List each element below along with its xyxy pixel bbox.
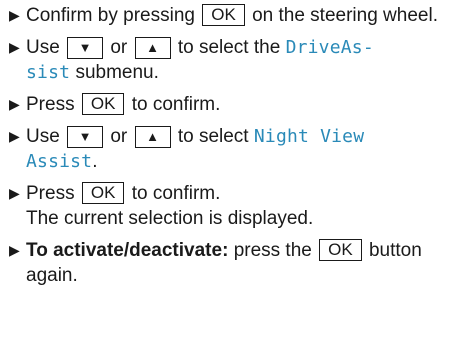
down-arrow-key-icon: ▼: [67, 37, 104, 59]
step-text: or: [110, 126, 128, 147]
step-confirm-steering-wheel: ▶ Confirm by pressing OK on the steering…: [9, 3, 454, 28]
bullet-arrow-icon: ▶: [9, 39, 20, 55]
step-label: To activate/deactivate:: [26, 240, 229, 261]
step-text: Press: [26, 94, 75, 115]
up-arrow-key-icon: ▲: [134, 37, 171, 59]
step-text: or: [110, 37, 128, 58]
bullet-arrow-icon: ▶: [9, 185, 20, 201]
bullet-arrow-icon: ▶: [9, 128, 20, 144]
step-list: ▶ Confirm by pressing OK on the steering…: [9, 3, 454, 288]
menu-name-night-view-cont: Assist: [26, 151, 93, 172]
step-text: to select the: [177, 37, 281, 58]
step-text: on the steering wheel.: [252, 5, 438, 26]
step-text: Use: [26, 126, 60, 147]
step-text: Use: [26, 37, 60, 58]
ok-button-key: OK: [81, 93, 125, 115]
bullet-arrow-icon: ▶: [9, 242, 20, 258]
ok-button-key: OK: [202, 4, 245, 26]
step-text: to confirm.: [131, 183, 221, 204]
step-select-night-view-assist: ▶ Use ▼ or ▲ to select Night View Assist…: [9, 124, 454, 174]
up-arrow-key-icon: ▲: [134, 126, 171, 148]
step-text: press the: [233, 240, 312, 261]
step-text: to select: [177, 126, 249, 147]
step-activate-deactivate: ▶ To activate/deactivate: press the OK b…: [9, 238, 454, 288]
step-text: to confirm.: [131, 94, 221, 115]
step-text: Confirm by pressing: [26, 5, 195, 26]
step-text: Press: [26, 183, 75, 204]
result-text: The current selection is displayed.: [26, 208, 314, 229]
step-text: .: [92, 151, 98, 172]
bullet-arrow-icon: ▶: [9, 96, 20, 112]
step-press-ok: ▶ Press OK to confirm.: [9, 92, 454, 117]
ok-button-key: OK: [81, 182, 125, 204]
down-arrow-key-icon: ▼: [67, 126, 104, 148]
step-select-driveassist: ▶ Use ▼ or ▲ to select the DriveAs- sist…: [9, 35, 454, 85]
menu-name-night-view: Night View: [253, 126, 365, 147]
instruction-page: ▶ Confirm by pressing OK on the steering…: [0, 0, 459, 356]
bullet-arrow-icon: ▶: [9, 7, 20, 23]
ok-button-key: OK: [319, 239, 362, 261]
menu-name-driveassist-cont: sist: [26, 62, 71, 83]
step-press-ok-result: ▶ Press OK to confirm. The current selec…: [9, 181, 454, 231]
menu-name-driveassist: DriveAs-: [285, 37, 374, 58]
step-text: submenu.: [75, 62, 159, 83]
